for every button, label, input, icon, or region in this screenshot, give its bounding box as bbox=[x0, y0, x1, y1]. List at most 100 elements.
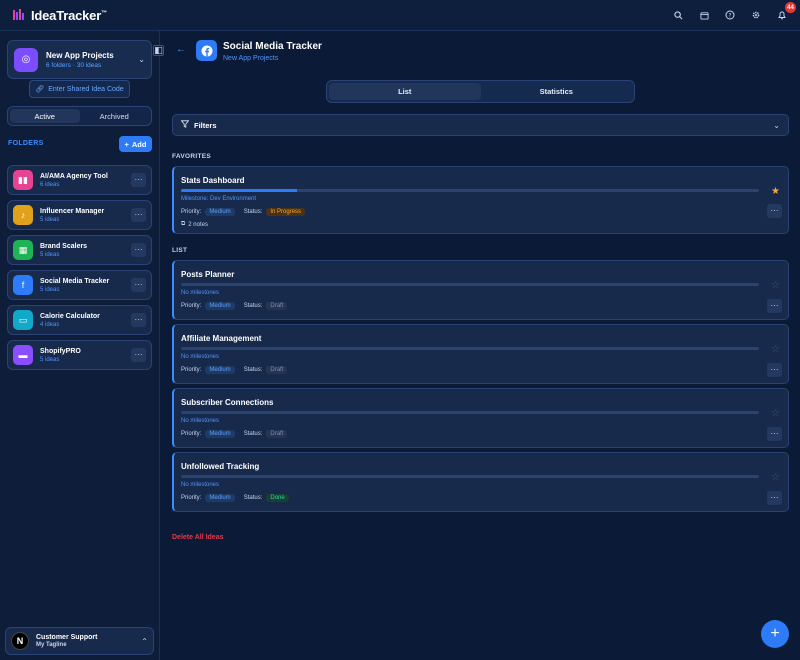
idea-meta: Priority: Medium Status: Draft bbox=[181, 302, 288, 310]
sidebar-folder-item[interactable]: ♪ Influencer Manager 5 ideas ··· bbox=[7, 200, 152, 230]
svg-text:?: ? bbox=[728, 12, 731, 19]
more-options-button[interactable]: ··· bbox=[131, 208, 146, 222]
priority-label: Priority: bbox=[181, 209, 202, 215]
segment-active[interactable]: Active bbox=[10, 109, 80, 123]
add-folder-button[interactable]: + Add bbox=[119, 136, 152, 152]
more-options-button[interactable]: ··· bbox=[767, 491, 782, 505]
priority-badge: Medium bbox=[205, 302, 235, 310]
shared-code-label: Enter Shared Idea Code bbox=[48, 85, 124, 93]
favorite-star-icon[interactable]: ★ bbox=[771, 186, 780, 197]
favorite-star-icon[interactable]: ☆ bbox=[771, 280, 780, 291]
facebook-icon: f bbox=[13, 275, 33, 295]
more-options-button[interactable]: ··· bbox=[131, 313, 146, 327]
segment-archived[interactable]: Archived bbox=[80, 109, 150, 123]
folder-count: 4 ideas bbox=[40, 321, 60, 328]
note-icon: ⧉ bbox=[181, 221, 186, 227]
idea-card[interactable]: Unfollowed Tracking No milestones Priority… bbox=[172, 452, 789, 512]
folder-count: 5 ideas bbox=[40, 356, 60, 363]
idea-meta: Priority: Medium Status: In Progress bbox=[181, 208, 306, 216]
priority-label: Priority: bbox=[181, 303, 202, 309]
list-heading: LIST bbox=[172, 247, 188, 254]
help-icon[interactable]: ? bbox=[724, 9, 736, 21]
idea-title: Subscriber Connections bbox=[181, 398, 274, 407]
notes-count: ⧉ 2 notes bbox=[181, 221, 208, 228]
trademark: ™ bbox=[101, 10, 107, 17]
add-idea-button[interactable]: + bbox=[761, 620, 789, 648]
more-options-button[interactable]: ··· bbox=[131, 243, 146, 257]
idea-card[interactable]: Subscriber Connections No milestones Prior… bbox=[172, 388, 789, 448]
priority-badge: Medium bbox=[205, 366, 235, 374]
idea-card[interactable]: Stats Dashboard Milestone: Dev Environmen… bbox=[172, 166, 789, 234]
project-switcher[interactable]: ◎ New App Projects 6 folders · 30 ideas … bbox=[7, 40, 152, 79]
favorites-heading: FAVORITES bbox=[172, 153, 212, 160]
gear-icon[interactable] bbox=[750, 9, 762, 21]
add-label: Add bbox=[131, 139, 147, 149]
user-menu[interactable]: N Customer Support My Tagline ⌃ bbox=[5, 627, 154, 655]
filter-icon bbox=[180, 120, 190, 130]
main-content: ← Social Media Tracker New App Projects … bbox=[161, 31, 800, 660]
more-options-button[interactable]: ··· bbox=[131, 278, 146, 292]
tab-list[interactable]: List bbox=[329, 83, 481, 100]
more-options-button[interactable]: ··· bbox=[767, 427, 782, 441]
sidebar-folder-item[interactable]: ▭ Calorie Calculator 4 ideas ··· bbox=[7, 305, 152, 335]
calculator-icon: ▦ bbox=[13, 240, 33, 260]
more-options-button[interactable]: ··· bbox=[767, 363, 782, 377]
milestone-text: No milestones bbox=[181, 482, 220, 488]
notes-label: 2 notes bbox=[188, 221, 208, 228]
favorite-star-icon[interactable]: ☆ bbox=[771, 472, 780, 483]
notification-badge: 44 bbox=[785, 2, 796, 13]
calendar-icon[interactable] bbox=[698, 9, 710, 21]
status-label: Status: bbox=[243, 209, 263, 215]
progress-bar bbox=[181, 283, 759, 286]
more-options-button[interactable]: ··· bbox=[131, 348, 146, 362]
chevron-up-icon: ⌃ bbox=[141, 636, 148, 646]
filters-bar[interactable]: Filters ⌄ bbox=[172, 114, 789, 136]
priority-badge: Medium bbox=[205, 208, 235, 216]
folder-name: Brand Scalers bbox=[40, 242, 88, 250]
tab-statistics[interactable]: Statistics bbox=[481, 83, 633, 100]
priority-badge: Medium bbox=[205, 430, 235, 438]
sidebar-folder-item[interactable]: f Social Media Tracker 5 ideas ··· bbox=[7, 270, 152, 300]
status-badge: Draft bbox=[266, 302, 288, 310]
favorite-star-icon[interactable]: ☆ bbox=[771, 408, 780, 419]
sidebar-folder-item[interactable]: ▦ Brand Scalers 5 ideas ··· bbox=[7, 235, 152, 265]
chart-icon: ▮▮ bbox=[13, 170, 33, 190]
bell-icon[interactable]: 44 bbox=[776, 2, 796, 21]
chevron-down-icon: ⌄ bbox=[138, 55, 145, 64]
folder-count: 5 ideas bbox=[40, 251, 60, 258]
folder-name: Influencer Manager bbox=[40, 207, 105, 215]
status-label: Status: bbox=[243, 367, 263, 373]
delete-all-button[interactable]: Delete All Ideas bbox=[172, 534, 224, 541]
sidebar-folder-item[interactable]: ▬ ShopifyPRO 5 ideas ··· bbox=[7, 340, 152, 370]
status-badge: Done bbox=[266, 494, 289, 502]
breadcrumb[interactable]: New App Projects bbox=[223, 55, 278, 62]
sidebar-folder-item[interactable]: ▮▮ AI/AMA Agency Tool 6 ideas ··· bbox=[7, 165, 152, 195]
top-bar: IdeaTracker™ ? 44 bbox=[0, 0, 800, 31]
more-options-button[interactable]: ··· bbox=[131, 173, 146, 187]
progress-bar bbox=[181, 347, 759, 350]
search-icon[interactable] bbox=[672, 9, 684, 21]
folder-name: ShopifyPRO bbox=[40, 347, 81, 355]
plus-icon: + bbox=[124, 139, 129, 149]
idea-card[interactable]: Posts Planner No milestones Priority: Mediu… bbox=[172, 260, 789, 320]
priority-label: Priority: bbox=[181, 431, 202, 437]
progress-bar bbox=[181, 475, 759, 478]
favorite-star-icon[interactable]: ☆ bbox=[771, 344, 780, 355]
more-options-button[interactable]: ··· bbox=[767, 299, 782, 313]
back-arrow-icon[interactable]: ← bbox=[176, 44, 186, 55]
project-name: New App Projects bbox=[46, 50, 114, 60]
idea-meta: Priority: Medium Status: Done bbox=[181, 494, 289, 502]
idea-card[interactable]: Affiliate Management No milestones Priorit… bbox=[172, 324, 789, 384]
idea-title: Affiliate Management bbox=[181, 334, 262, 343]
project-meta: 6 folders · 30 ideas bbox=[46, 61, 102, 69]
status-label: Status: bbox=[243, 431, 263, 437]
enter-shared-code-button[interactable]: 🔗︎ Enter Shared Idea Code bbox=[29, 80, 130, 98]
progress-bar bbox=[181, 411, 759, 414]
app-logo[interactable]: IdeaTracker™ bbox=[12, 8, 107, 23]
avatar: N bbox=[11, 632, 29, 650]
progress-bar bbox=[181, 189, 759, 192]
page-title: Social Media Tracker bbox=[223, 41, 322, 52]
user-name: Customer Support bbox=[36, 634, 98, 641]
milestone-text: No milestones bbox=[181, 290, 220, 296]
more-options-button[interactable]: ··· bbox=[767, 204, 782, 218]
